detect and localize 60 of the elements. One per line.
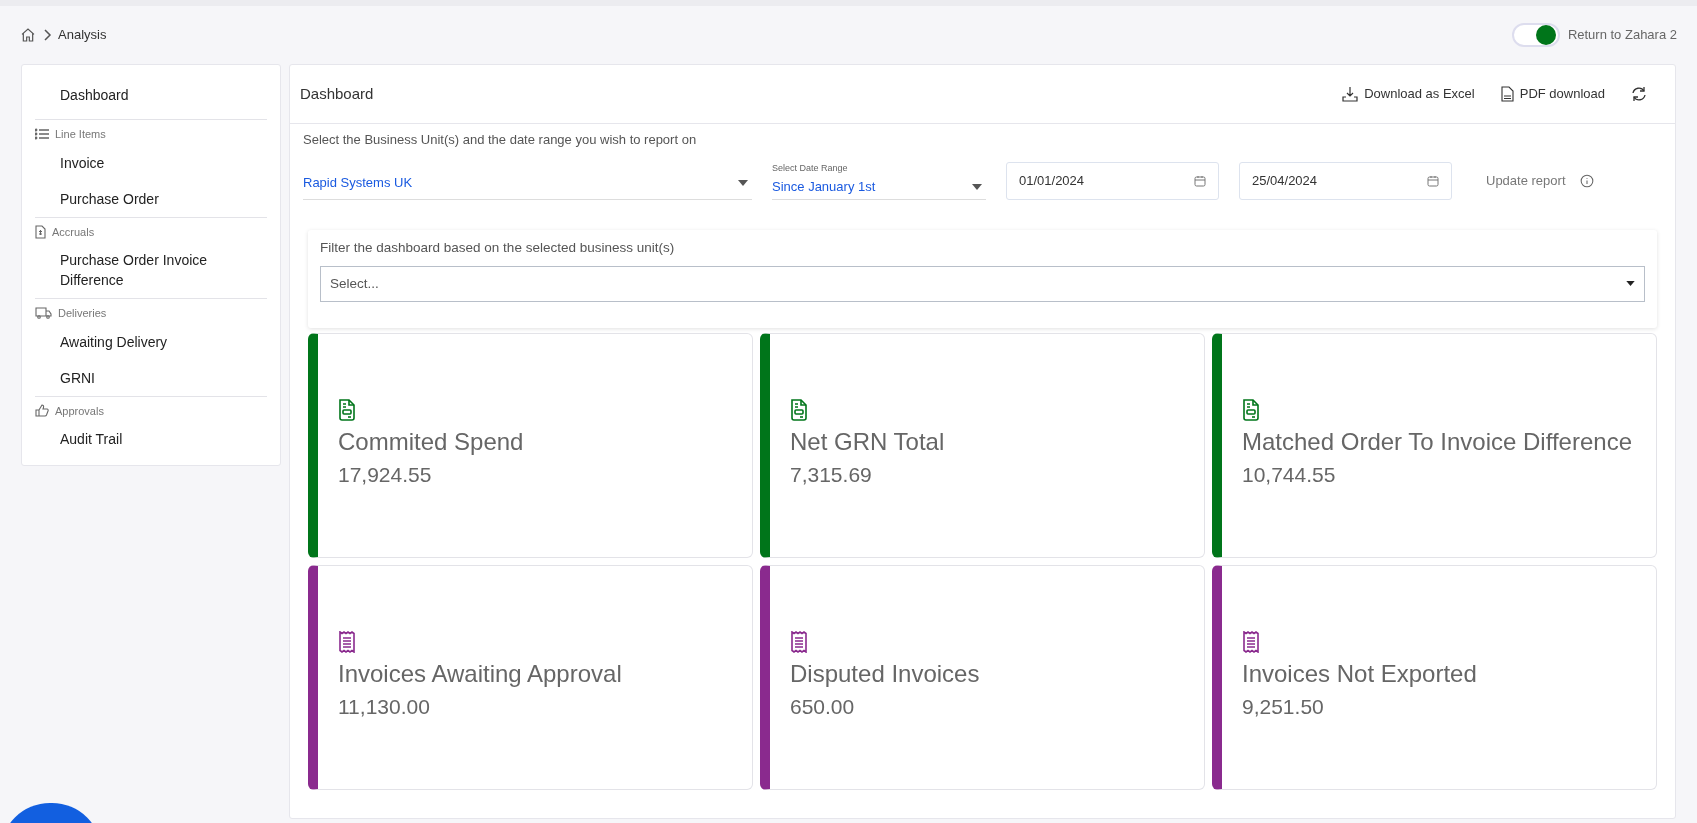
home-icon[interactable]	[20, 27, 36, 43]
caret-icon	[972, 184, 982, 190]
caret-icon	[1626, 281, 1635, 287]
sidebar-item[interactable]: Purchase Order Invoice Difference	[60, 250, 247, 290]
card-title: Matched Order To Invoice Difference	[1242, 427, 1633, 458]
section-heading: Accruals	[52, 224, 95, 240]
document-icon	[790, 399, 808, 422]
section-heading: Approvals	[55, 403, 104, 419]
date-range-dropdown[interactable]: Since January 1st	[772, 175, 986, 200]
document-icon	[1242, 399, 1260, 422]
card-value: 9,251.50	[1242, 694, 1325, 721]
list-icon	[35, 128, 49, 141]
caret-icon	[738, 179, 748, 186]
section-heading: Deliveries	[58, 306, 107, 321]
instruction-text: Select the Business Unit(s) and the date range you wish to report on	[303, 131, 698, 149]
refresh-button[interactable]	[1631, 86, 1647, 102]
card-title: Invoices Awaiting Approval	[338, 659, 623, 690]
filter-label: Filter the dashboard based on the selected business unit(s)	[320, 238, 676, 257]
download-button[interactable]: Download as Excel	[1342, 84, 1475, 104]
update-report-link[interactable]: Update report	[1486, 170, 1566, 191]
card-value: 10,744.55	[1242, 462, 1337, 489]
refresh-icon	[1631, 86, 1647, 102]
sidebar-item[interactable]: Invoice	[60, 152, 105, 173]
card-title: Invoices Not Exported	[1242, 659, 1478, 690]
download-button[interactable]: PDF download	[1500, 84, 1605, 104]
calendar-icon	[1427, 174, 1439, 187]
thumbs-up-icon	[35, 404, 49, 418]
card-title: Disputed Invoices	[790, 659, 981, 690]
calendar-icon	[1194, 174, 1206, 187]
truck-icon	[35, 307, 52, 320]
sidebar-item[interactable]: Audit Trail	[60, 429, 123, 449]
toggle-switch[interactable]	[1511, 23, 1560, 47]
receipt-icon	[338, 631, 356, 654]
filter-select[interactable]: Select...	[320, 265, 1645, 302]
sidebar-item[interactable]: Awaiting Delivery	[60, 331, 168, 352]
card-value: 650.00	[790, 694, 856, 721]
document-icon	[338, 399, 356, 422]
date-range-label: Select Date Range	[772, 162, 849, 175]
date-field[interactable]: 25/04/2024	[1239, 161, 1452, 200]
receipt-icon	[1242, 631, 1260, 654]
panel-title: Dashboard	[300, 83, 374, 104]
card-value: 7,315.69	[790, 462, 873, 489]
card-title: Net GRN Total	[790, 427, 946, 458]
section-heading: Line Items	[55, 127, 106, 142]
sidebar-item[interactable]: Dashboard	[60, 85, 129, 105]
receipt-icon	[790, 631, 808, 654]
card-value: 17,924.55	[338, 462, 433, 489]
breadcrumb-current: Analysis	[58, 26, 107, 45]
card-value: 11,130.00	[338, 694, 431, 721]
sidebar-item[interactable]: Purchase Order	[60, 188, 159, 209]
toggle-label: Return to Zahara 2	[1567, 26, 1677, 45]
info-icon[interactable]	[1579, 173, 1594, 188]
sidebar-item[interactable]: GRNI	[60, 367, 95, 388]
pdf-file-icon	[1500, 86, 1514, 102]
chevron-right-icon	[42, 29, 52, 41]
download-icon	[1342, 86, 1359, 102]
date-field[interactable]: 01/01/2024	[1006, 161, 1219, 200]
business-unit-dropdown[interactable]: Rapid Systems UK	[303, 166, 752, 200]
document-icon	[35, 224, 46, 239]
card-title: Commited Spend	[338, 427, 525, 458]
